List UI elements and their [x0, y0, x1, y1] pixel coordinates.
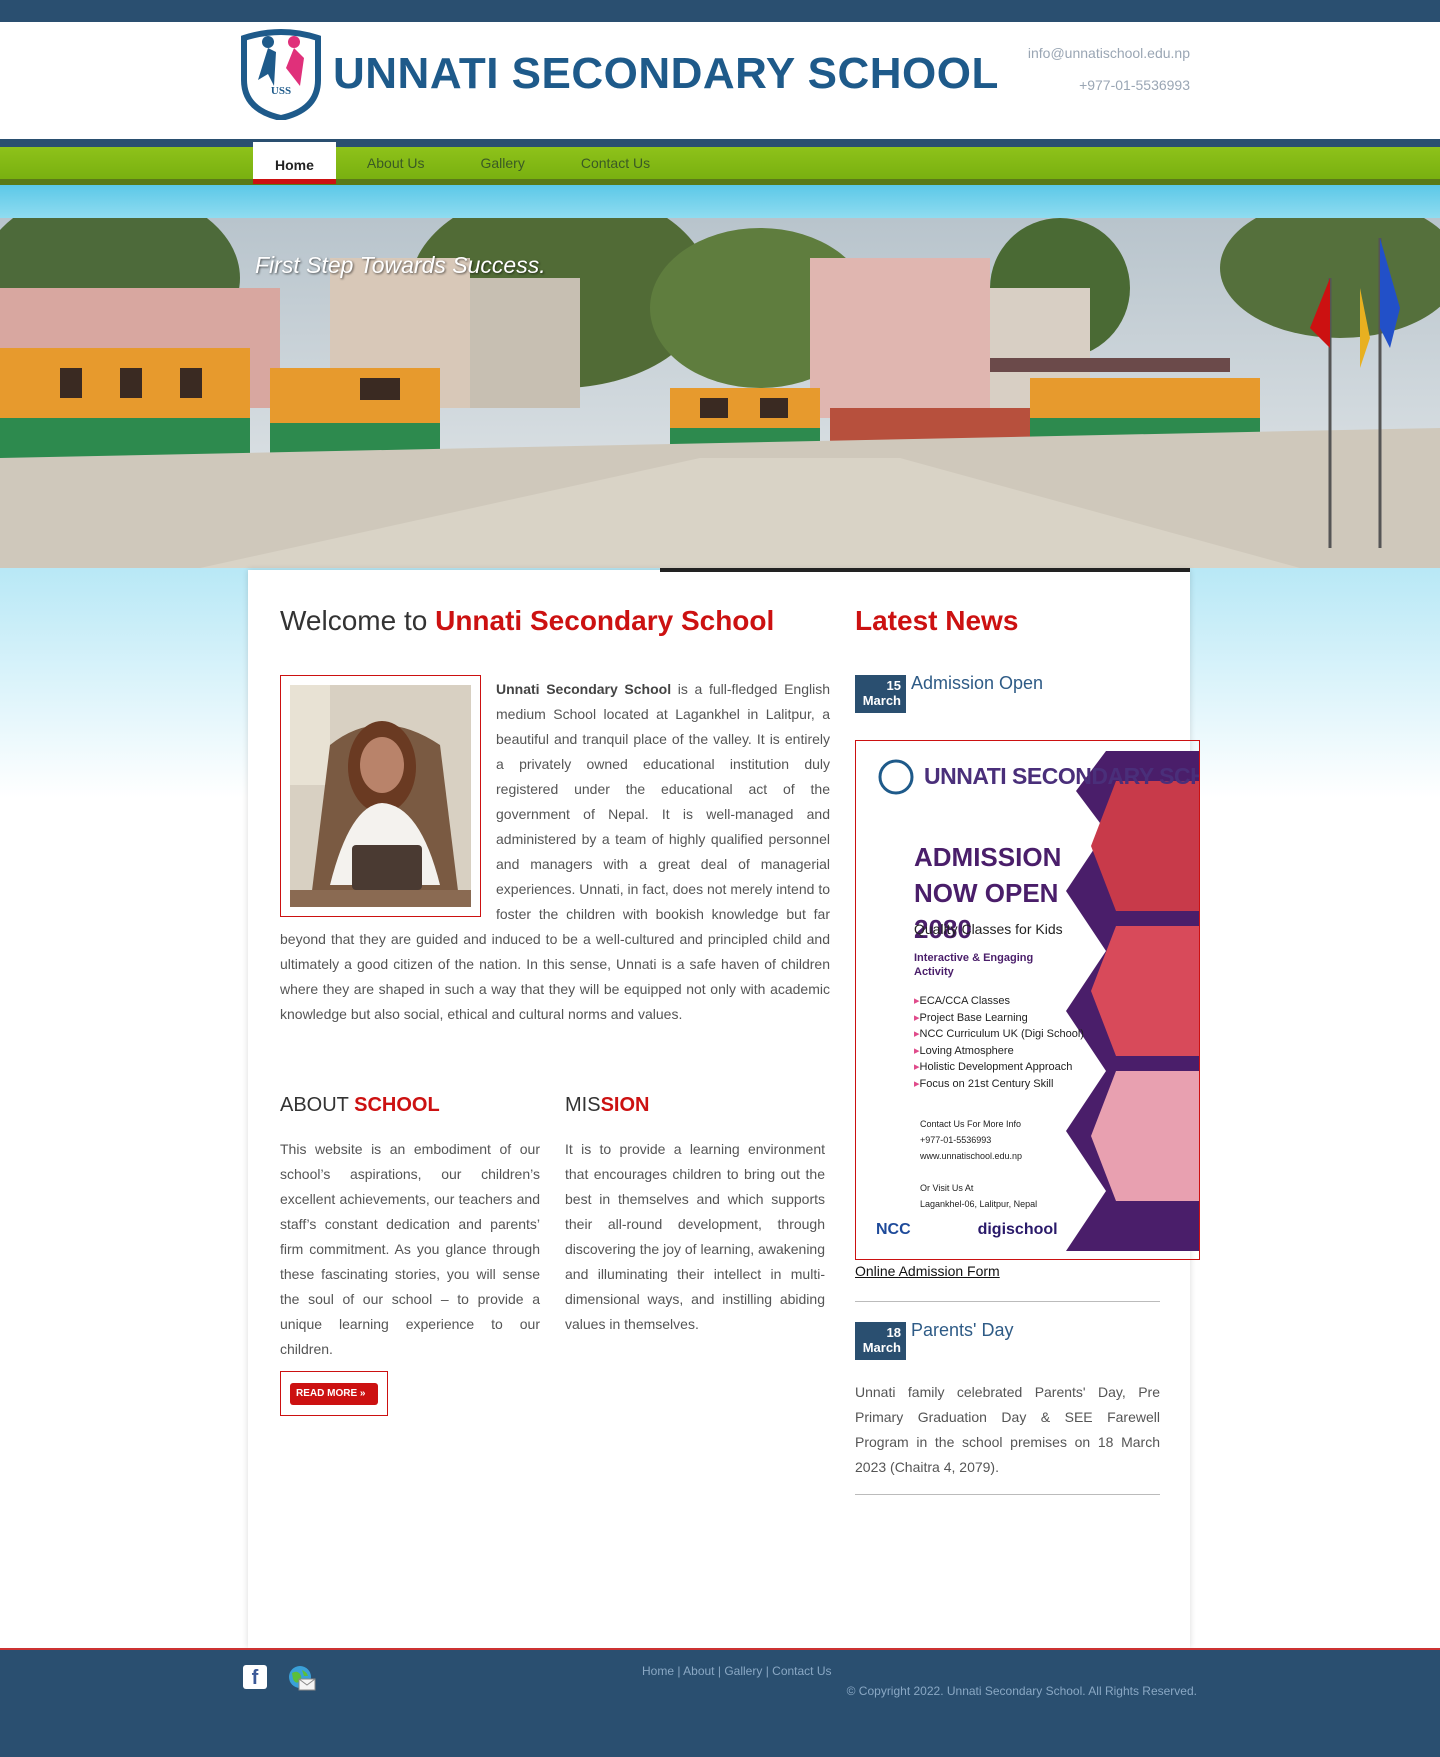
list-item: Loving Atmosphere [914, 1043, 1084, 1060]
about-school-title: ABOUT SCHOOL [280, 1094, 440, 1116]
poster-contact: Contact Us For More Info +977-01-5536993… [920, 1119, 1038, 1209]
news-date-badge: 15 March [855, 675, 906, 713]
footer-link-contact[interactable]: Contact Us [772, 1664, 831, 1678]
nav-about-us[interactable]: About Us [342, 147, 450, 179]
school-logo: USS [241, 29, 321, 120]
admission-poster[interactable]: UNNATI SECONDARY SCHOOL ADMISSION NOW OP… [866, 751, 1199, 1251]
admission-poster-frame: UNNATI SECONDARY SCHOOL ADMISSION NOW OP… [855, 740, 1200, 1260]
school-building-photo [0, 218, 1440, 568]
ncc-logo: NCC [876, 1221, 911, 1238]
welcome-intro: Unnati Secondary School is a full-fledge… [280, 677, 830, 1027]
contact-phone[interactable]: +977-01-5536993 [1079, 77, 1190, 93]
welcome-prefix: Welcome to [280, 605, 428, 636]
digischool-logo: digischool [977, 1221, 1058, 1238]
logo-text: USS [271, 85, 291, 97]
poster-footer: NCC digischool [876, 1221, 1058, 1239]
list-item: Holistic Development Approach [914, 1059, 1084, 1076]
nav-contact-us[interactable]: Contact Us [556, 147, 675, 179]
footer-link-about[interactable]: About [683, 1664, 714, 1678]
poster-subtitle: Quality Classes for Kids [914, 921, 1063, 937]
footer: f Home | About | Gallery | Contact Us © … [0, 1648, 1440, 1757]
online-admission-link[interactable]: Online Admission Form [855, 1263, 1000, 1279]
news-divider [855, 1301, 1160, 1302]
news-date-badge: 18 March [855, 1322, 906, 1360]
welcome-school-name: Unnati Secondary School [435, 605, 775, 636]
footer-link-gallery[interactable]: Gallery [724, 1664, 762, 1678]
main-nav: Home About Us Gallery Contact Us [253, 142, 675, 184]
web-mail-icon[interactable] [287, 1664, 317, 1692]
list-item: Project Base Learning [914, 1010, 1084, 1027]
site-title: UNNATI SECONDARY SCHOOL [333, 49, 999, 98]
footer-links: Home | About | Gallery | Contact Us [642, 1664, 832, 1678]
double-chevron-icon: » [359, 1388, 366, 1399]
read-more-label: READ MORE [296, 1388, 358, 1399]
facebook-icon[interactable]: f [243, 1665, 267, 1689]
content-top-line [660, 568, 1190, 572]
main-nav-bar: Home About Us Gallery Contact Us [0, 139, 1440, 185]
mission-text: It is to provide a learning environment … [565, 1141, 825, 1332]
top-bar [0, 0, 1440, 22]
sky-strip [0, 185, 1440, 218]
latest-news-title: Latest News [855, 605, 1019, 636]
poster-activity: Interactive & Engaging Activity [914, 952, 1034, 978]
poster-brand: UNNATI SECONDARY SCHOOL [924, 763, 1199, 789]
copyright: © Copyright 2022. Unnati Secondary Schoo… [846, 1684, 1197, 1698]
contact-email[interactable]: info@unnatischool.edu.np [1028, 45, 1190, 61]
nav-home[interactable]: Home [253, 142, 336, 184]
hero-banner: First Step Towards Success. [0, 218, 1440, 568]
intro-bold: Unnati Secondary School [496, 681, 672, 697]
list-item: Focus on 21st Century Skill [914, 1076, 1084, 1093]
news-headline-admission[interactable]: Admission Open [911, 673, 1043, 694]
list-item: ECA/CCA Classes [914, 993, 1084, 1010]
news-headline-parents-day[interactable]: Parents' Day [911, 1320, 1013, 1341]
poster-feature-list: ECA/CCA Classes Project Base Learning NC… [914, 993, 1084, 1092]
header: USS UNNATI SECONDARY SCHOOL info@unnatis… [0, 22, 1440, 139]
nav-gallery[interactable]: Gallery [456, 147, 550, 179]
mission-title: MISSION [565, 1094, 650, 1116]
welcome-heading: Welcome to Unnati Secondary School [280, 605, 774, 637]
banner-tagline: First Step Towards Success. [255, 252, 546, 278]
news-divider [855, 1494, 1160, 1495]
list-item: NCC Curriculum UK (Digi School) [914, 1026, 1084, 1043]
read-more-button[interactable]: READ MORE » [280, 1371, 388, 1416]
about-school-text: This website is an embodiment of our sch… [280, 1141, 540, 1357]
footer-link-home[interactable]: Home [642, 1664, 674, 1678]
news-text-parents-day: Unnati family celebrated Parents' Day, P… [855, 1384, 1160, 1475]
